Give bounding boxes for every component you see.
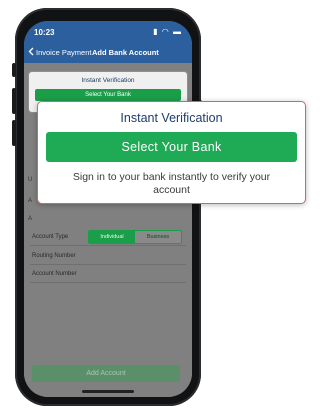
volume-up-button: [12, 88, 16, 114]
account-type-toggle[interactable]: Individual Business: [88, 230, 182, 244]
home-indicator: [82, 390, 134, 393]
select-your-bank-button[interactable]: Select Your Bank: [46, 132, 297, 162]
instant-verification-popup: Instant Verification Select Your Bank Si…: [37, 101, 306, 204]
status-bar: 10:23 ▮ ◠ ▬: [24, 21, 192, 41]
chevron-left-icon: [28, 47, 34, 58]
add-account-button[interactable]: Add Account: [32, 365, 180, 382]
volume-down-button: [12, 120, 16, 146]
account-type-individual[interactable]: Individual: [89, 231, 135, 243]
status-icons: ▮ ◠ ▬: [153, 27, 182, 36]
back-label: Invoice Payment: [36, 48, 92, 57]
account-type-label: Account Type: [32, 234, 69, 240]
field-label-peek: U: [28, 177, 33, 183]
account-number-field[interactable]: Account Number: [30, 266, 186, 283]
routing-number-field[interactable]: Routing Number: [30, 248, 186, 265]
routing-number-label: Routing Number: [32, 253, 76, 259]
back-button[interactable]: Invoice Payment: [28, 47, 91, 58]
account-type-business[interactable]: Business: [135, 231, 181, 243]
mute-switch: [12, 63, 16, 77]
account-number-label: Account Number: [32, 271, 77, 277]
popup-description: Sign in to your bank instantly to verify…: [72, 171, 271, 196]
field-label-peek: A: [28, 216, 33, 222]
nav-bar: Invoice Payment Add Bank Account: [24, 41, 192, 63]
page-title: Add Bank Account: [92, 48, 159, 57]
status-time: 10:23: [34, 28, 55, 37]
account-type-row: Account Type Individual Business: [30, 229, 186, 246]
popup-title: Instant Verification: [120, 111, 223, 125]
select-bank-button-small[interactable]: Select Your Bank: [35, 89, 181, 101]
instant-verification-title: Instant Verification: [81, 77, 135, 84]
phone-screen: 10:23 ▮ ◠ ▬ Invoice Payment Add Bank Acc…: [24, 21, 192, 397]
field-label-peek: A: [28, 198, 33, 204]
